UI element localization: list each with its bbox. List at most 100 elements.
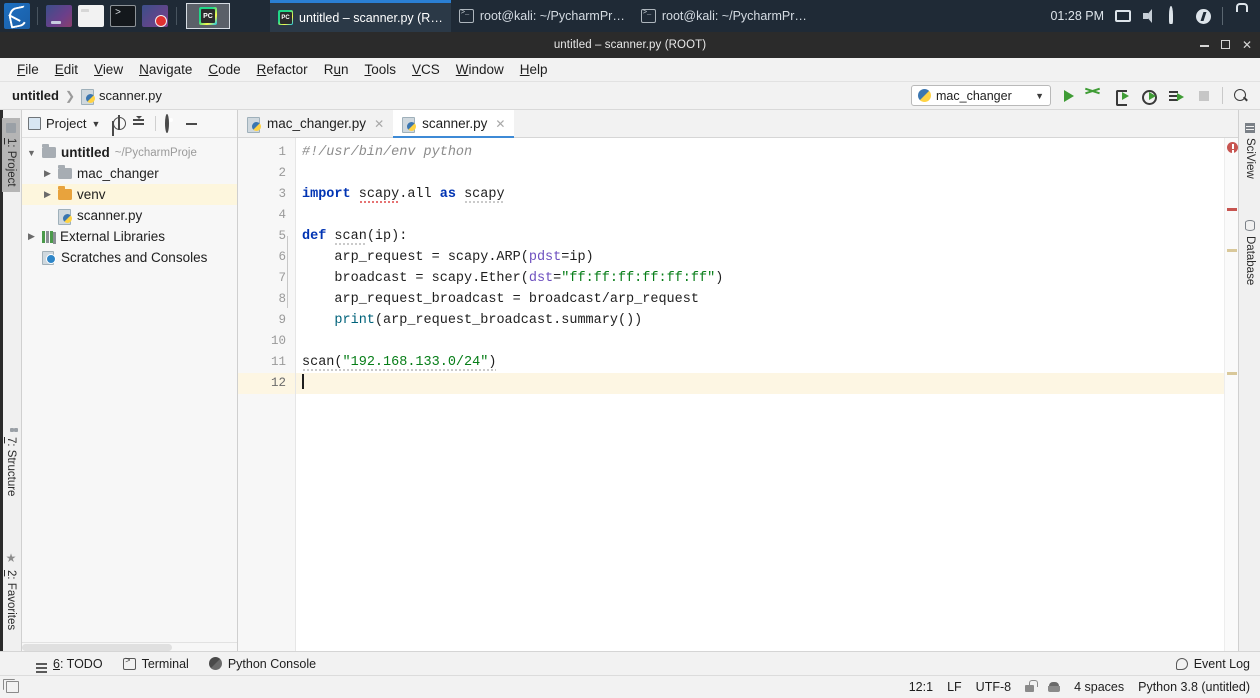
locate-icon[interactable] <box>112 115 127 131</box>
menu-run[interactable]: Run <box>316 60 357 79</box>
close-button[interactable]: ✕ <box>1242 39 1252 51</box>
code-text[interactable]: #!/usr/bin/env python import scapy.all a… <box>296 138 1224 651</box>
code-editor[interactable]: 1 2 3 4 5 6 7 8 9 10 11 12 #!/usr/bin/en… <box>238 138 1238 651</box>
system-tray: 01:28 PM <box>1050 6 1260 25</box>
collapse-all-icon[interactable] <box>132 116 147 131</box>
menu-code[interactable]: Code <box>200 60 248 79</box>
screen-recorder-icon[interactable] <box>142 5 168 27</box>
error-stripe-marker[interactable] <box>1227 208 1237 211</box>
tab-mac-changer-py[interactable]: mac_changer.py ✕ <box>238 110 393 137</box>
read-only-lock-icon[interactable] <box>1025 680 1039 692</box>
pycharm-launcher-icon[interactable] <box>186 3 230 29</box>
run-configuration-selector[interactable]: mac_changer ▼ <box>911 85 1051 106</box>
warning-stripe-marker[interactable] <box>1227 372 1237 375</box>
menu-window[interactable]: Window <box>448 60 512 79</box>
toggle-tool-windows-icon[interactable] <box>3 679 19 693</box>
run-to-cursor-button[interactable] <box>1168 87 1186 105</box>
terminal-icon[interactable] <box>110 5 136 27</box>
tree-item-label: External Libraries <box>60 229 166 244</box>
debug-button[interactable] <box>1087 87 1105 105</box>
tree-item-label: venv <box>77 187 106 202</box>
close-icon[interactable]: ✕ <box>495 117 505 131</box>
maximize-button[interactable] <box>1220 39 1230 51</box>
tool-tab-terminal[interactable]: Terminal <box>122 656 189 671</box>
tree-item-venv[interactable]: venv <box>22 184 237 205</box>
chevron-down-icon[interactable] <box>26 148 37 158</box>
minimize-button[interactable] <box>1199 39 1209 51</box>
hide-icon[interactable] <box>184 116 199 131</box>
line-number: 11 <box>270 355 286 369</box>
menu-edit[interactable]: Edit <box>47 60 86 79</box>
display-icon[interactable] <box>1115 10 1131 22</box>
run-button[interactable] <box>1060 87 1078 105</box>
breadcrumb-label: scanner.py <box>99 88 162 103</box>
project-panel-title: Project <box>46 116 87 131</box>
menu-vcs[interactable]: VCS <box>404 60 448 79</box>
line-separator[interactable]: LF <box>947 680 962 694</box>
close-icon[interactable]: ✕ <box>374 117 384 131</box>
run-with-coverage-button[interactable] <box>1114 87 1132 106</box>
menu-file[interactable]: File <box>9 60 47 79</box>
menu-navigate[interactable]: Navigate <box>131 60 200 79</box>
tree-item-label: untitled <box>61 145 110 160</box>
files-manager-icon[interactable] <box>46 5 72 27</box>
menu-help[interactable]: Help <box>512 60 556 79</box>
chevron-down-icon[interactable]: ▼ <box>91 119 100 129</box>
git-branch-icon[interactable] <box>1048 681 1061 693</box>
folder-orange-icon <box>58 186 72 200</box>
line-number: 4 <box>278 208 286 222</box>
error-indicator[interactable] <box>1227 142 1238 153</box>
taskbar-window-pycharm[interactable]: untitled – scanner.py (R… <box>270 0 451 32</box>
warning-stripe-marker[interactable] <box>1227 249 1237 252</box>
taskbar-window-terminal-2[interactable]: root@kali: ~/PycharmPr… <box>633 0 815 32</box>
caret-position[interactable]: 12:1 <box>909 680 933 694</box>
file-browser-icon[interactable] <box>78 5 104 27</box>
profile-button[interactable] <box>1141 87 1159 105</box>
kali-dragon-icon <box>4 3 30 29</box>
tree-item-scanner-py[interactable]: scanner.py <box>22 205 237 226</box>
sidebar-item-favorites[interactable]: ★ 2: Favorites <box>2 546 20 635</box>
sidebar-item-project[interactable]: 1: Project <box>2 118 20 192</box>
python-file-icon <box>58 208 72 225</box>
tree-item-mac-changer[interactable]: mac_changer <box>22 163 237 184</box>
tree-item-scratches-and-consoles[interactable]: Scratches and Consoles <box>22 247 237 268</box>
star-icon: ★ <box>4 550 18 565</box>
chevron-right-icon[interactable] <box>42 168 53 179</box>
pycharm-icon <box>199 7 217 25</box>
event-log-button[interactable]: Event Log <box>1175 657 1260 671</box>
sidebar-item-sciview[interactable]: SciView <box>1241 118 1259 184</box>
project-horizontal-scrollbar[interactable] <box>22 642 237 651</box>
breadcrumb-project[interactable]: untitled <box>12 88 59 103</box>
notification-bell-icon[interactable] <box>1169 6 1185 24</box>
tree-item-external-libraries[interactable]: External Libraries <box>22 226 237 247</box>
sidebar-item-database[interactable]: Database <box>1241 215 1259 290</box>
tree-item-path: ~/PycharmProje <box>114 146 197 159</box>
menu-refactor[interactable]: Refactor <box>249 60 316 79</box>
line-number: 3 <box>278 187 286 201</box>
breadcrumb-file[interactable]: scanner.py <box>81 88 162 105</box>
tool-tab-todo[interactable]: 6: TODO <box>36 657 103 671</box>
search-everywhere-button[interactable] <box>1232 87 1250 105</box>
todo-icon <box>36 662 47 665</box>
kali-application-launcher[interactable] <box>2 3 32 29</box>
power-icon[interactable] <box>1196 8 1211 24</box>
chevron-right-icon[interactable] <box>42 189 53 200</box>
tool-tab-python-console[interactable]: Python Console <box>208 657 316 671</box>
tab-scanner-py[interactable]: scanner.py ✕ <box>393 110 515 138</box>
volume-icon[interactable] <box>1142 8 1158 24</box>
file-encoding[interactable]: UTF-8 <box>976 680 1011 694</box>
settings-gear-icon[interactable] <box>164 114 179 133</box>
sidebar-item-structure[interactable]: 7: Structure <box>2 423 20 501</box>
python-interpreter[interactable]: Python 3.8 (untitled) <box>1138 680 1250 694</box>
lock-icon[interactable] <box>1234 8 1250 24</box>
taskbar-window-terminal-1[interactable]: root@kali: ~/PycharmPr… <box>451 0 633 32</box>
error-marker-bar[interactable] <box>1224 138 1238 651</box>
menu-view[interactable]: View <box>86 60 131 79</box>
menu-tools[interactable]: Tools <box>356 60 404 79</box>
tool-tab-label: Terminal <box>141 656 189 671</box>
indent-setting[interactable]: 4 spaces <box>1074 680 1124 694</box>
clock[interactable]: 01:28 PM <box>1050 9 1104 23</box>
tree-item-untitled[interactable]: untitled ~/PycharmProje <box>22 142 237 163</box>
chevron-right-icon[interactable] <box>26 231 37 242</box>
